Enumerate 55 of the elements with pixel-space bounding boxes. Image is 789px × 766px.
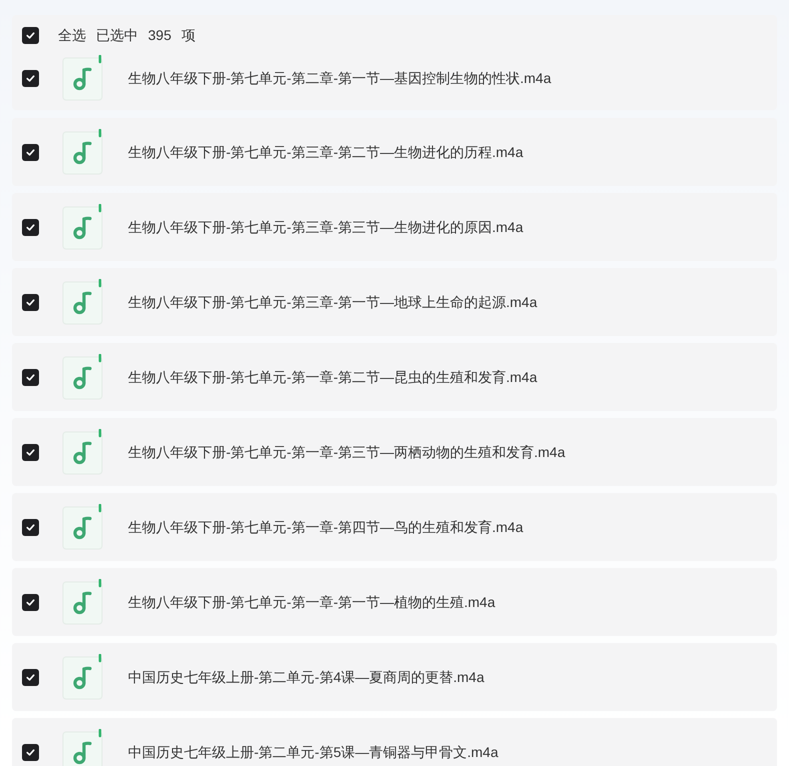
check-icon [25,746,36,758]
file-name[interactable]: 生物八年级下册-第七单元-第三章-第二节—生物进化的历程.m4a [128,142,524,162]
select-all-label[interactable]: 全选 [58,24,86,46]
check-icon [25,672,36,682]
checkbox[interactable] [22,444,39,460]
audio-file-icon [62,504,104,550]
check-icon [25,446,36,458]
file-card[interactable]: 中国历史七年级上册-第二单元-第5课—青铜器与甲骨文.m4a [12,718,777,766]
checkbox[interactable] [22,368,39,386]
checkbox[interactable] [22,144,39,160]
check-icon [25,72,36,84]
file-name[interactable]: 生物八年级下册-第七单元-第二章-第一节—基因控制生物的性状.m4a [128,68,552,88]
file-card[interactable]: 生物八年级下册-第七单元-第一章-第一节—植物的生殖.m4a [12,568,777,636]
check-icon [25,522,36,532]
file-name[interactable]: 生物八年级下册-第七单元-第三章-第一节—地球上生命的起源.m4a [128,292,538,312]
file-card[interactable]: 生物八年级下册-第七单元-第三章-第一节—地球上生命的起源.m4a [12,268,777,336]
audio-file-icon [62,729,104,766]
selected-label: 已选中 [96,26,138,44]
audio-file-icon [62,654,104,700]
file-card[interactable]: 生物八年级下册-第七单元-第一章-第二节—昆虫的生殖和发育.m4a [12,343,777,411]
checkbox[interactable] [22,744,39,760]
file-name[interactable]: 中国历史七年级上册-第二单元-第4课—夏商周的更替.m4a [128,666,484,688]
checkbox[interactable] [22,294,39,310]
file-card[interactable]: 生物八年级下册-第七单元-第一章-第三节—两栖动物的生殖和发育.m4a [12,418,777,486]
file-card[interactable]: 中国历史七年级上册-第二单元-第4课—夏商周的更替.m4a [12,643,777,711]
file-name[interactable]: 生物八年级下册-第七单元-第一章-第二节—昆虫的生殖和发育.m4a [128,366,538,388]
file-card[interactable]: 生物八年级下册-第七单元-第三章-第三节—生物进化的原因.m4a [12,193,777,261]
check-icon [25,596,36,608]
audio-file-icon [62,129,104,175]
file-card[interactable]: 生物八年级下册-第七单元-第一章-第四节—鸟的生殖和发育.m4a [12,493,777,561]
checkbox[interactable] [22,218,39,236]
check-icon [25,30,36,40]
check-icon [25,222,36,232]
file-card[interactable]: 生物八年级下册-第七单元-第三章-第二节—生物进化的历程.m4a [12,118,777,186]
selected-count: 395 [148,26,172,44]
check-icon [25,146,36,158]
check-icon [25,372,36,382]
file-name[interactable]: 生物八年级下册-第七单元-第三章-第三节—生物进化的原因.m4a [128,216,524,238]
checkbox[interactable] [22,518,39,536]
checkbox[interactable] [22,70,39,86]
file-name[interactable]: 生物八年级下册-第七单元-第一章-第三节—两栖动物的生殖和发育.m4a [128,442,566,462]
checkbox[interactable] [22,594,39,610]
checkbox[interactable] [22,668,39,686]
count-unit: 项 [181,26,196,44]
audio-file-icon [62,354,104,400]
audio-file-icon [62,579,104,625]
check-icon [25,296,36,308]
audio-file-icon [62,204,104,250]
audio-file-icon [62,55,104,101]
file-name[interactable]: 生物八年级下册-第七单元-第一章-第四节—鸟的生殖和发育.m4a [128,516,524,538]
file-name[interactable]: 中国历史七年级上册-第二单元-第5课—青铜器与甲骨文.m4a [128,742,498,762]
checkbox[interactable] [22,26,39,44]
audio-file-icon [62,279,104,325]
file-name[interactable]: 生物八年级下册-第七单元-第一章-第一节—植物的生殖.m4a [128,592,496,612]
audio-file-icon [62,429,104,475]
